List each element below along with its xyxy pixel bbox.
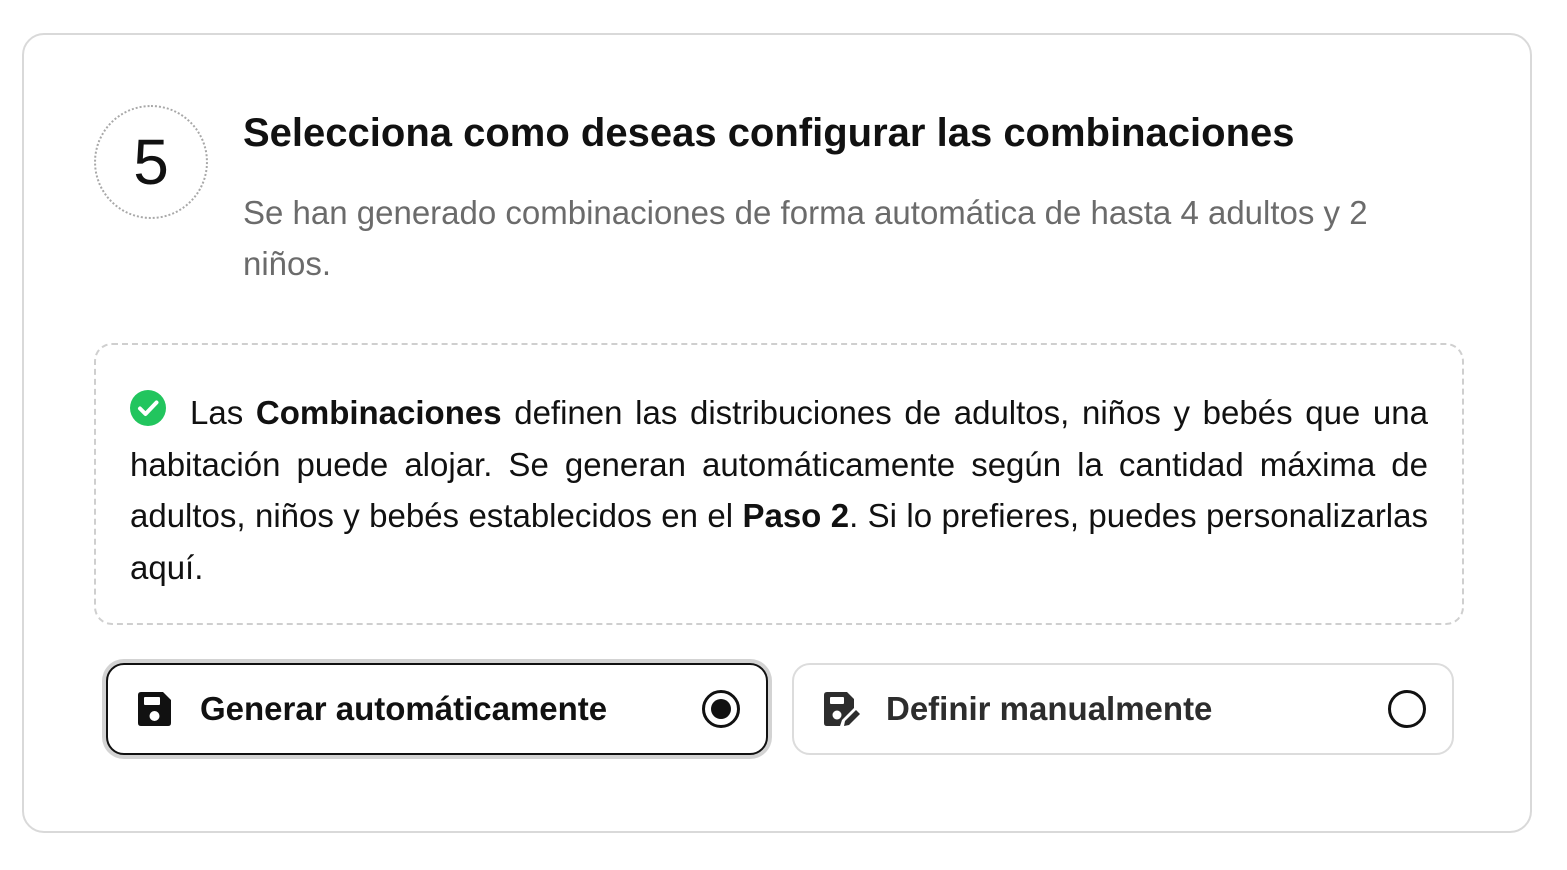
option-label: Generar automáticamente [200,690,608,727]
check-circle-icon [130,390,166,426]
combinations-config-card: 5 Selecciona como deseas configurar las … [22,33,1532,833]
save-icon [138,692,171,726]
info-bold-combinaciones: Combinaciones [255,394,502,431]
radio-unselected[interactable] [1388,690,1426,728]
info-box: Las Combinaciones definen las distribuci… [94,343,1464,625]
edit-save-icon [824,692,860,726]
step-subtitle: Se han generado combinaciones de forma a… [243,194,1368,282]
step-number-badge: 5 [94,105,208,219]
option-label: Definir manualmente [886,690,1213,727]
option-generate-automatically[interactable]: Generar automáticamente [106,663,768,755]
option-define-manually[interactable]: Definir manualmente [792,663,1454,755]
info-text-part: Las [190,394,256,431]
info-text: Las Combinaciones definen las distribuci… [130,387,1428,593]
step-title: Selecciona como deseas configurar las co… [243,111,1295,155]
info-bold-paso: Paso 2 [742,497,850,534]
radio-selected[interactable] [702,690,740,728]
